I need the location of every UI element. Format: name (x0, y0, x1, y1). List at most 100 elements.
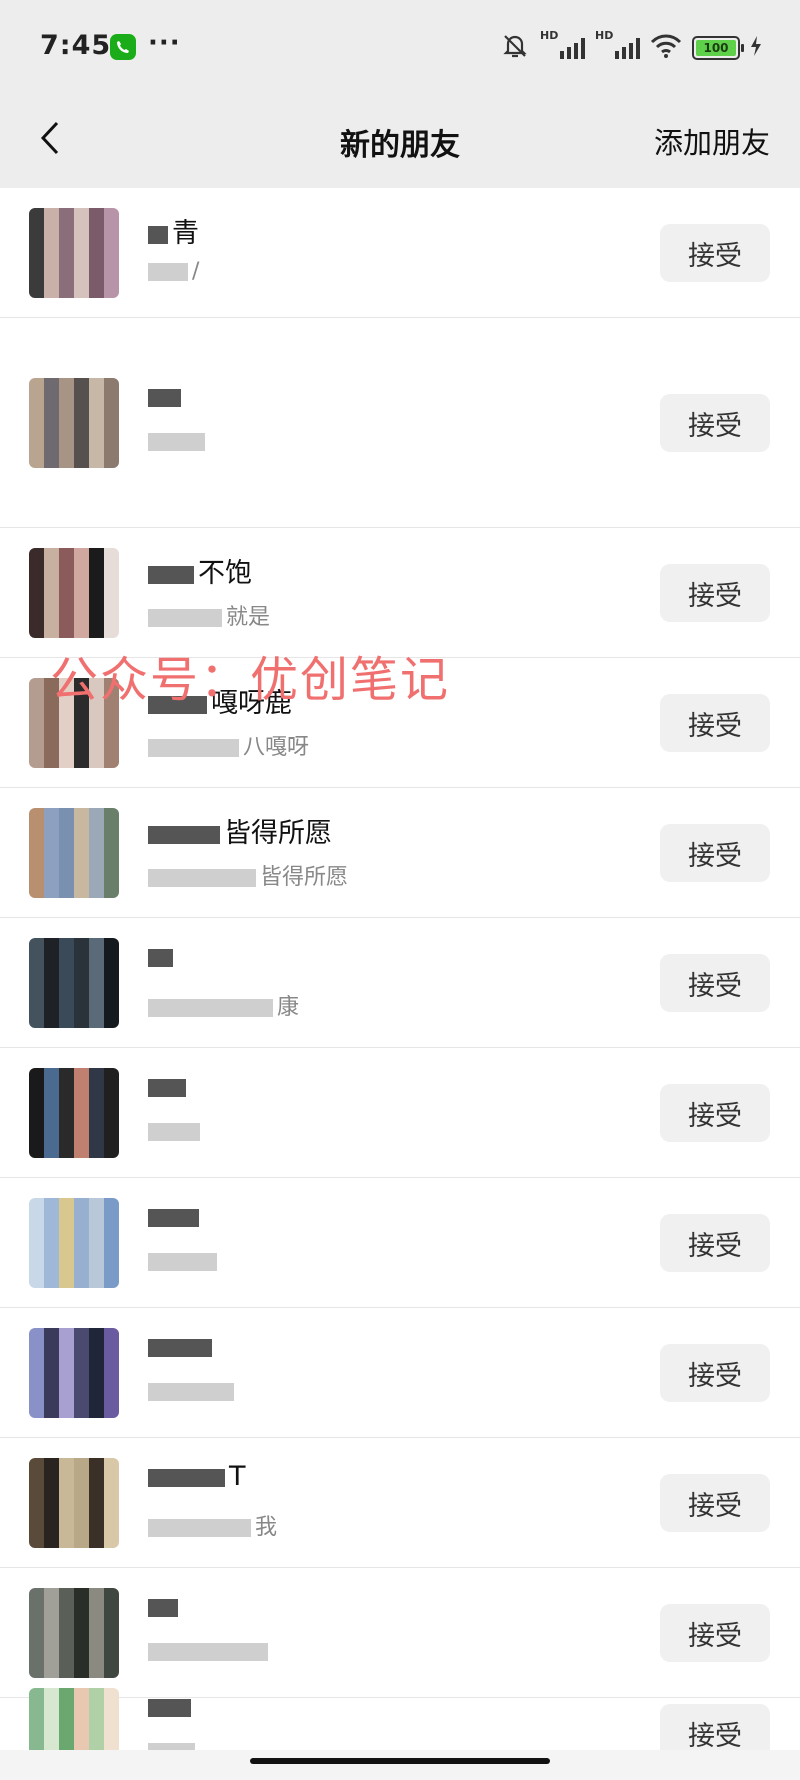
accept-button[interactable]: 接受 (660, 224, 770, 282)
redacted-block (148, 565, 194, 584)
friend-request-row[interactable]: 不饱 就是 接受 (0, 528, 800, 658)
avatar-pixel (104, 1143, 119, 1158)
avatar-pixel (104, 868, 119, 883)
avatar-pixel (29, 548, 44, 563)
avatar-pixel (104, 738, 119, 753)
avatar-pixel (104, 453, 119, 468)
friend-request-row[interactable]: 接受 (0, 1048, 800, 1178)
avatar[interactable] (29, 1198, 119, 1288)
home-indicator[interactable] (250, 1758, 550, 1764)
avatar-pixel (104, 563, 119, 578)
avatar-pixel (29, 723, 44, 738)
accept-button[interactable]: 接受 (660, 824, 770, 882)
avatar-pixel (89, 208, 104, 223)
avatar-pixel (59, 223, 74, 238)
avatar-pixel (74, 1618, 89, 1633)
avatar-pixel (89, 253, 104, 268)
avatar-pixel (89, 548, 104, 563)
accept-button[interactable]: 接受 (660, 1474, 770, 1532)
friend-request-row[interactable]: 青 / 接受 (0, 188, 800, 318)
avatar-pixel (59, 1258, 74, 1273)
avatar-pixel (29, 953, 44, 968)
accept-button[interactable]: 接受 (660, 564, 770, 622)
avatar-pixel (74, 1503, 89, 1518)
avatar[interactable] (29, 1588, 119, 1678)
accept-button[interactable]: 接受 (660, 1604, 770, 1662)
avatar-pixel (74, 1488, 89, 1503)
avatar-pixel (44, 253, 59, 268)
avatar-pixel (44, 883, 59, 898)
avatar-pixel (74, 238, 89, 253)
avatar-pixel (29, 1328, 44, 1343)
avatar-pixel (29, 1403, 44, 1418)
request-name (148, 1591, 182, 1622)
friend-request-row[interactable]: 接受 (0, 1568, 800, 1698)
wifi-icon (650, 33, 682, 63)
avatar-pixel (74, 753, 89, 768)
avatar-pixel (29, 1258, 44, 1273)
avatar[interactable] (29, 548, 119, 638)
avatar-pixel (29, 1243, 44, 1258)
avatar[interactable] (29, 208, 119, 298)
friend-request-row[interactable]: 康 接受 (0, 918, 800, 1048)
avatar-pixel (44, 208, 59, 223)
avatar-pixel (104, 1488, 119, 1503)
avatar-pixel (29, 1518, 44, 1533)
request-name (148, 381, 185, 412)
avatar-pixel (59, 1588, 74, 1603)
friend-request-row[interactable]: T 我 接受 (0, 1438, 800, 1568)
add-friend-button[interactable]: 添加朋友 (654, 120, 770, 162)
accept-button[interactable]: 接受 (660, 954, 770, 1012)
avatar-pixel (29, 693, 44, 708)
avatar-pixel (44, 1503, 59, 1518)
friend-request-row[interactable]: 接受 (0, 1178, 800, 1308)
avatar-pixel (89, 1473, 104, 1488)
avatar-pixel (89, 1343, 104, 1358)
accept-button[interactable]: 接受 (660, 1344, 770, 1402)
avatar-pixel (29, 1663, 44, 1678)
avatar[interactable] (29, 1458, 119, 1548)
request-name (148, 1691, 195, 1722)
avatar-pixel (44, 998, 59, 1013)
avatar-pixel (104, 1533, 119, 1548)
avatar-pixel (89, 378, 104, 393)
avatar-pixel (59, 1718, 74, 1733)
avatar-pixel (59, 708, 74, 723)
friend-request-row[interactable]: 接受 (0, 1308, 800, 1438)
avatar[interactable] (29, 938, 119, 1028)
avatar-pixel (59, 1533, 74, 1548)
avatar-pixel (44, 738, 59, 753)
accept-button[interactable]: 接受 (660, 1084, 770, 1142)
avatar[interactable] (29, 808, 119, 898)
request-name: 不饱 (148, 551, 252, 590)
avatar-pixel (29, 983, 44, 998)
avatar-pixel (104, 1068, 119, 1083)
accept-button[interactable]: 接受 (660, 1214, 770, 1272)
avatar-pixel (29, 1098, 44, 1113)
avatar-pixel (59, 1488, 74, 1503)
friend-request-row[interactable]: 接受 (0, 318, 800, 528)
avatar-pixel (89, 453, 104, 468)
avatar-pixel (44, 1703, 59, 1718)
request-name: T (148, 1461, 246, 1492)
avatar-pixel (29, 1343, 44, 1358)
request-name-text: 皆得所愿 (224, 818, 332, 849)
friend-request-row[interactable]: 皆得所愿 皆得所愿 接受 (0, 788, 800, 918)
request-name: 皆得所愿 (148, 811, 332, 850)
avatar-pixel (74, 1198, 89, 1213)
watermark: 公众号：优创笔记 (50, 652, 451, 708)
accept-button[interactable]: 接受 (660, 694, 770, 752)
avatar[interactable] (29, 1328, 119, 1418)
avatar-pixel (44, 378, 59, 393)
accept-button[interactable]: 接受 (660, 394, 770, 452)
avatar-pixel (29, 208, 44, 223)
avatar-pixel (89, 1618, 104, 1633)
avatar-pixel (104, 1258, 119, 1273)
avatar-pixel (104, 708, 119, 723)
avatar[interactable] (29, 378, 119, 468)
avatar-pixel (29, 563, 44, 578)
avatar[interactable] (29, 1068, 119, 1158)
avatar-pixel (59, 1143, 74, 1158)
avatar-pixel (29, 753, 44, 768)
avatar-pixel (59, 623, 74, 638)
